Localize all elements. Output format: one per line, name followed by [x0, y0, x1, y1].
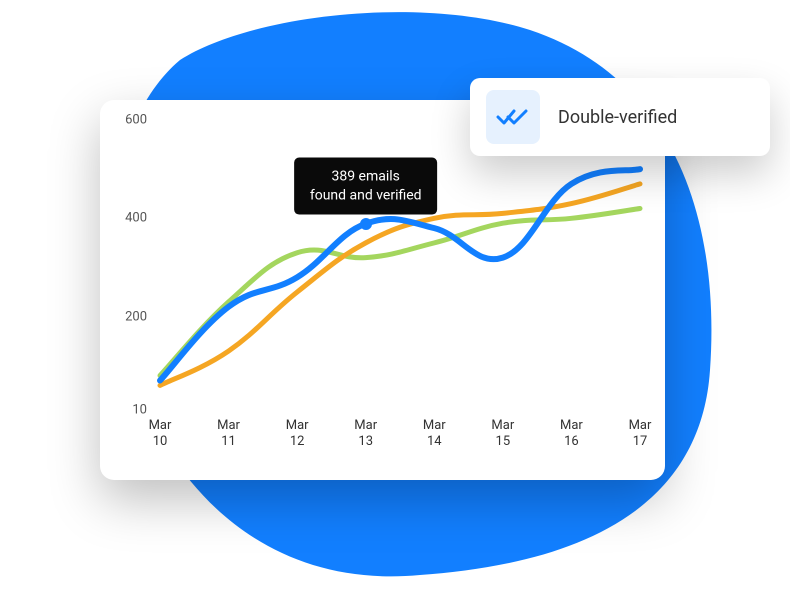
- chart-tooltip: 389 emails found and verified: [294, 157, 438, 215]
- y-tick-label: 10: [132, 403, 147, 418]
- chart-card: 10 200 400 600 389 emails found and verifie…: [100, 100, 665, 480]
- x-tick-label: Mar17: [620, 418, 660, 449]
- y-tick-label: 200: [125, 309, 147, 324]
- x-tick-label: Mar11: [209, 418, 249, 449]
- tooltip-line2: found and verified: [310, 187, 422, 203]
- double-verified-badge: Double-verified: [470, 78, 770, 156]
- highlight-marker: [360, 218, 372, 230]
- x-tick-label: Mar12: [277, 418, 317, 449]
- x-tick-label: Mar13: [346, 418, 386, 449]
- x-tick-label: Mar16: [551, 418, 591, 449]
- y-tick-label: 600: [125, 113, 147, 128]
- badge-label: Double-verified: [558, 107, 677, 128]
- x-tick-label: Mar14: [414, 418, 454, 449]
- plot-area: 389 emails found and verified: [160, 120, 640, 410]
- x-tick-label: Mar15: [483, 418, 523, 449]
- x-axis-labels: Mar10Mar11Mar12Mar13Mar14Mar15Mar16Mar17: [160, 418, 640, 458]
- y-tick-label: 400: [125, 211, 147, 226]
- y-axis-labels: 10200400600: [100, 120, 155, 410]
- tooltip-line1: 389 emails: [331, 168, 399, 184]
- double-check-icon: [486, 90, 540, 144]
- x-tick-label: Mar10: [140, 418, 180, 449]
